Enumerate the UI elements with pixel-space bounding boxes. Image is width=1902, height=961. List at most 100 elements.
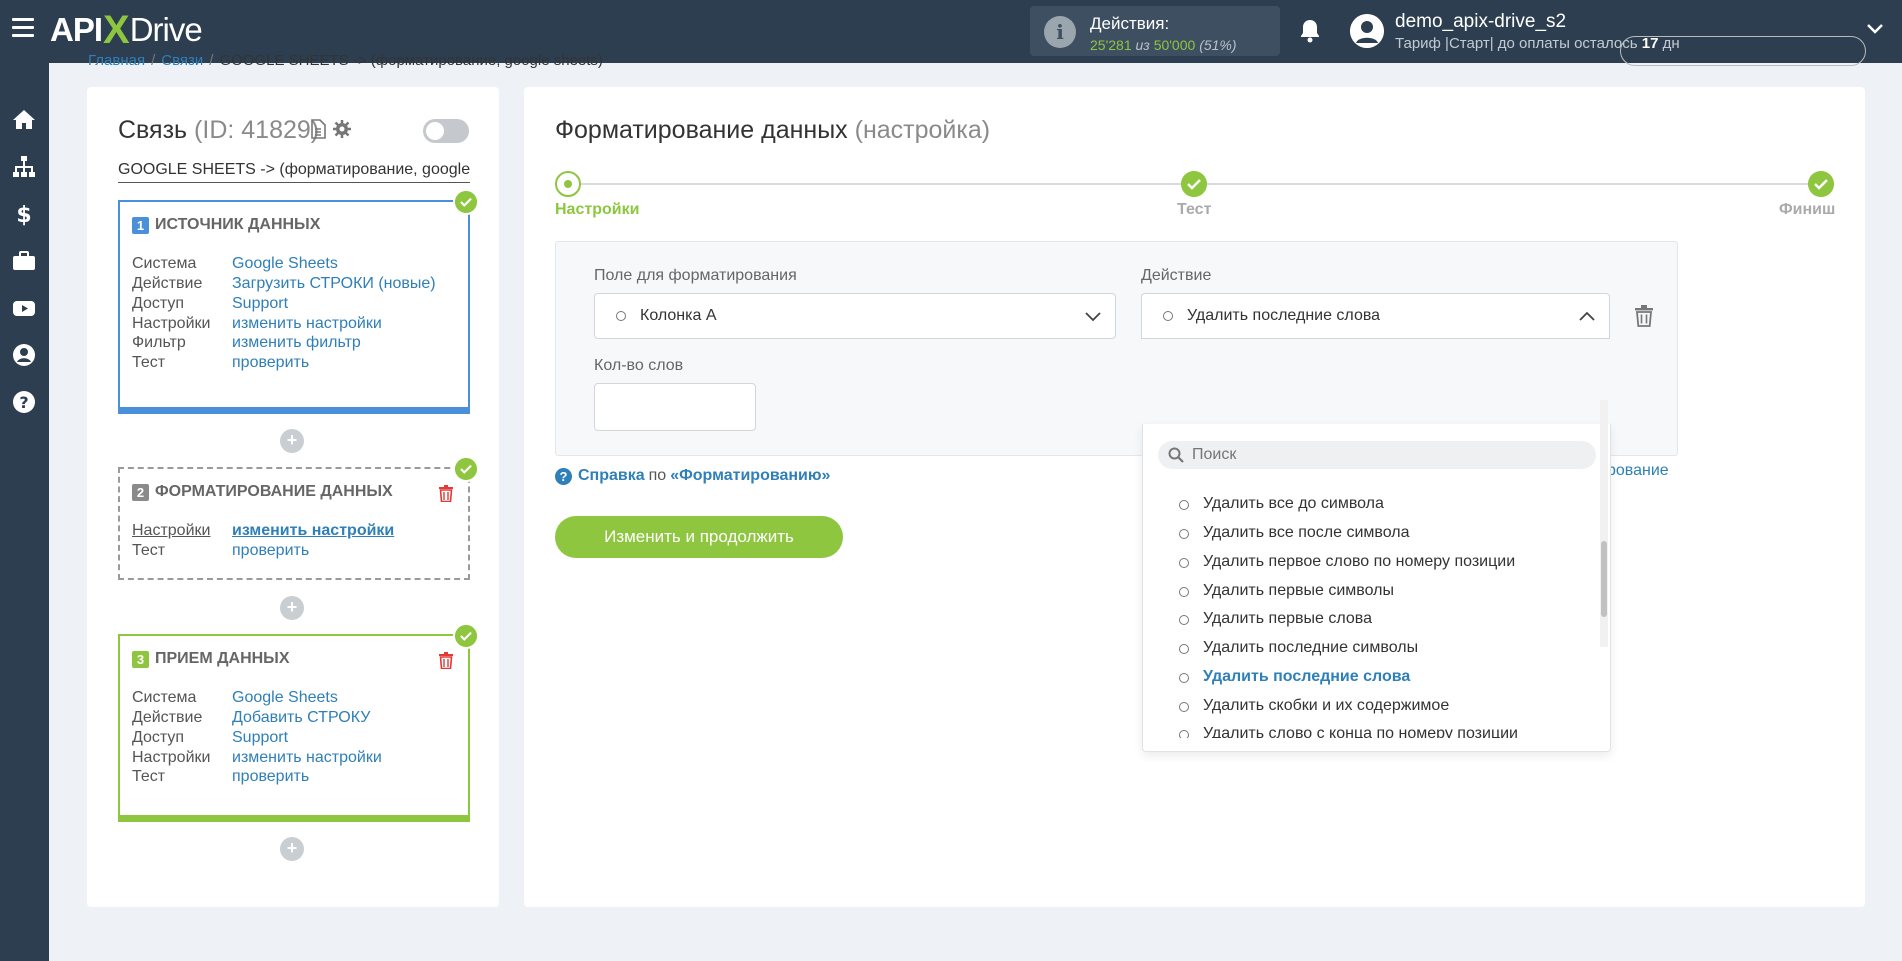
step-finish-dot[interactable]	[1808, 171, 1834, 197]
connection-panel: Связь (ID: 41829) GOOGLE SHEETS -> (форм…	[87, 87, 499, 907]
avatar[interactable]	[1350, 14, 1384, 48]
check-icon	[453, 189, 479, 215]
add-block-button[interactable]: +	[280, 596, 304, 620]
radio-icon	[1179, 500, 1189, 510]
dropdown-search[interactable]	[1158, 441, 1596, 469]
page-subtitle: (настройка)	[854, 116, 991, 144]
option-label: Удалить первые символы	[1203, 582, 1394, 599]
radio-icon	[1179, 673, 1189, 683]
partial-link[interactable]: рование	[1607, 462, 1669, 480]
formatting-block: 2 ФОРМАТИРОВАНИЕ ДАННЫХ Настройки изменить…	[118, 467, 470, 580]
search-input[interactable]	[1192, 444, 1582, 466]
breadcrumb-arrow: ->	[352, 52, 367, 69]
step-settings-label[interactable]: Настройки	[555, 201, 639, 219]
dropdown-scrollbar-thumb[interactable]	[1601, 541, 1607, 617]
actions-counter: i Действия: 25'281 из 50'000 (51%)	[1030, 6, 1280, 56]
radio-icon	[1179, 587, 1189, 597]
bell-icon[interactable]	[1298, 18, 1322, 44]
actions-usage: 25'281 из 50'000 (51%)	[1090, 37, 1237, 53]
row-link[interactable]: проверить	[232, 542, 309, 559]
word-count-input[interactable]	[594, 383, 756, 431]
add-block-button[interactable]: +	[280, 837, 304, 861]
row-link[interactable]: Support	[232, 729, 288, 746]
connection-name[interactable]: GOOGLE SHEETS -> (форматирование, google…	[118, 161, 470, 183]
block-title: ПРИЕМ ДАННЫХ	[155, 650, 290, 667]
step-test-label[interactable]: Тест	[1177, 201, 1211, 219]
svg-text:$: $	[16, 203, 31, 227]
trash-icon[interactable]	[439, 485, 453, 502]
row-link[interactable]: проверить	[232, 768, 309, 785]
row-link[interactable]: изменить настройки	[232, 315, 382, 332]
menu-icon[interactable]	[12, 18, 34, 40]
logo[interactable]: API X Drive	[50, 8, 203, 52]
help-mid: по	[648, 467, 667, 484]
trash-icon[interactable]	[1635, 305, 1653, 327]
field-label: Поле для форматирования	[594, 267, 797, 284]
chevron-down-icon[interactable]	[1866, 22, 1884, 36]
field-select[interactable]: Колонка A	[594, 293, 1116, 339]
actions-used: 25'281	[1090, 37, 1132, 53]
action-dropdown: Удалить все до символа Удалить все после…	[1142, 424, 1611, 752]
add-block-button[interactable]: +	[280, 429, 304, 453]
row-link[interactable]: проверить	[232, 354, 309, 371]
row-key: Настройки	[132, 749, 211, 766]
actions-total: 50'000	[1153, 37, 1196, 53]
save-continue-button[interactable]: Изменить и продолжить	[555, 516, 843, 558]
youtube-icon[interactable]	[11, 295, 37, 321]
connection-toggle[interactable]	[423, 119, 469, 143]
block-row: Система Google Sheets	[132, 689, 338, 707]
row-link[interactable]: изменить фильтр	[232, 334, 361, 351]
radio-icon	[1179, 644, 1189, 654]
chevron-down-icon	[1085, 312, 1101, 322]
block-title: ФОРМАТИРОВАНИЕ ДАННЫХ	[155, 483, 393, 500]
row-link[interactable]: Загрузить СТРОКИ (новые)	[232, 275, 436, 292]
row-key: Тест	[132, 768, 166, 785]
block-row: Настройки изменить настройки	[132, 749, 382, 767]
chevron-up-icon	[1579, 311, 1595, 321]
row-key: Система	[132, 689, 197, 706]
briefcase-icon[interactable]	[11, 248, 37, 274]
trash-icon[interactable]	[439, 652, 453, 669]
header-button-partial[interactable]	[1620, 36, 1866, 66]
step-finish-label[interactable]: Финиш	[1779, 201, 1835, 219]
connection-id: (ID: 41829)	[194, 116, 320, 144]
breadcrumb-home[interactable]: Главная	[88, 52, 145, 69]
row-key: Доступ	[132, 295, 185, 312]
sitemap-icon[interactable]	[11, 154, 37, 180]
check-icon	[453, 623, 479, 649]
block-row: Тест проверить	[132, 768, 309, 786]
row-link[interactable]: Google Sheets	[232, 255, 338, 272]
row-link[interactable]: Google Sheets	[232, 689, 338, 706]
dollar-icon[interactable]: $	[11, 201, 37, 227]
dropdown-options: Удалить все до символа Удалить все после…	[1143, 488, 1603, 738]
breadcrumb-current-source: GOOGLE SHEETS	[219, 52, 349, 69]
actions-of: из	[1135, 37, 1150, 53]
step-test-dot[interactable]	[1181, 171, 1207, 197]
step-settings-dot[interactable]	[555, 171, 581, 197]
help-link[interactable]: ? Справка по «Форматированию»	[555, 467, 830, 485]
source-block-header: 1 ИСТОЧНИК ДАННЫХ	[132, 216, 320, 234]
user-name[interactable]: demo_apix-drive_s2	[1395, 11, 1566, 33]
destination-block-header: 3 ПРИЕМ ДАННЫХ	[132, 650, 290, 668]
help-icon[interactable]: ?	[11, 389, 37, 415]
row-link[interactable]: изменить настройки	[232, 522, 394, 539]
option-label: Удалить первое слово по номеру позиции	[1203, 553, 1516, 570]
user-icon[interactable]	[11, 342, 37, 368]
row-link[interactable]: Support	[232, 295, 288, 312]
help-topic[interactable]: «Форматированию»	[670, 467, 830, 485]
block-row: Тест проверить	[132, 354, 309, 372]
row-key: Действие	[132, 709, 203, 726]
document-icon[interactable]	[310, 119, 326, 139]
breadcrumb-links[interactable]: Связи	[161, 52, 203, 69]
help-prefix[interactable]: Справка	[578, 467, 645, 485]
check-icon	[453, 456, 479, 482]
gear-icon[interactable]	[332, 119, 352, 139]
formatting-block-header: 2 ФОРМАТИРОВАНИЕ ДАННЫХ	[132, 483, 393, 501]
home-icon[interactable]	[11, 107, 37, 133]
field-select-value: Колонка A	[640, 307, 717, 324]
row-link[interactable]: Добавить СТРОКУ	[232, 709, 370, 726]
row-link[interactable]: изменить настройки	[232, 749, 382, 766]
action-select[interactable]: Удалить последние слова	[1141, 293, 1610, 339]
sidebar: $ ?	[0, 63, 49, 961]
row-key: Система	[132, 255, 197, 272]
